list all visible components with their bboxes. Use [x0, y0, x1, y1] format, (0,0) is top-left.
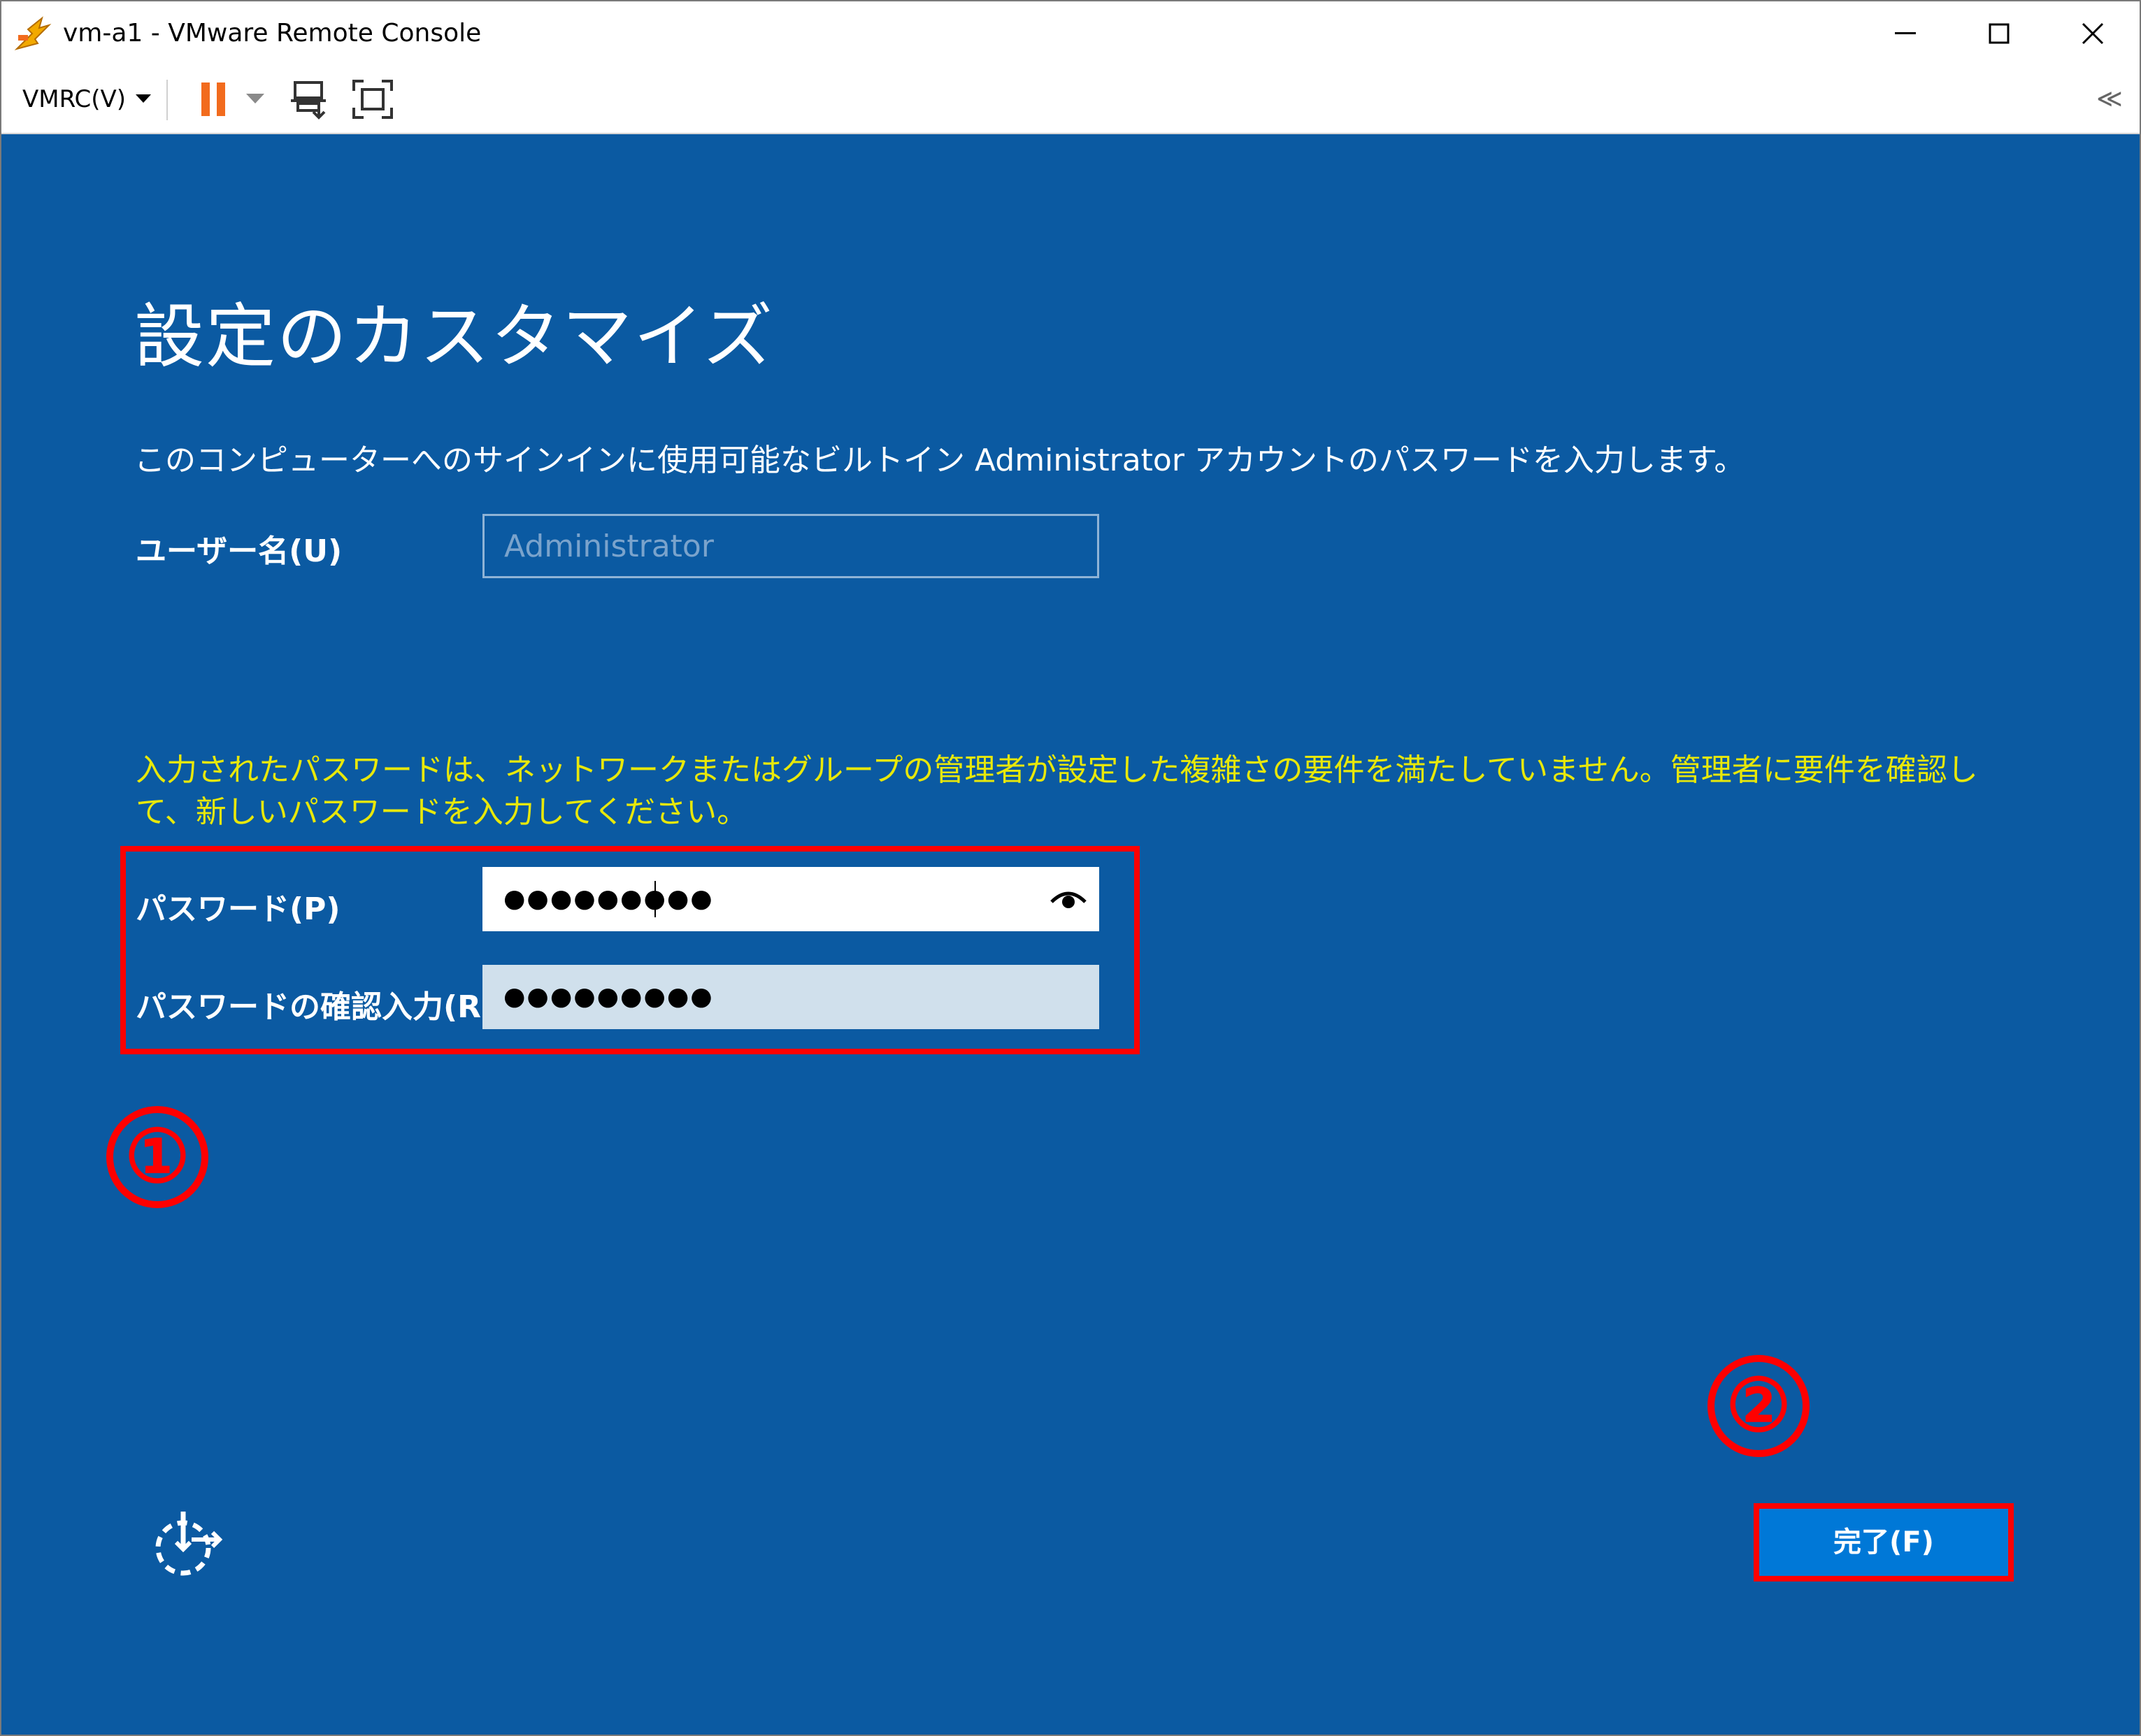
- password-complexity-warning: 入力されたパスワードは、ネットワークまたはグループの管理者が設定した複雑さの要件…: [136, 752, 1978, 830]
- chevron-down-icon: [136, 94, 152, 103]
- pause-icon[interactable]: [199, 81, 229, 117]
- vmware-app-icon: [14, 16, 52, 50]
- maximize-button[interactable]: [1952, 1, 2046, 66]
- vmrc-menu[interactable]: VMRC(V): [22, 81, 152, 117]
- ease-of-access-icon[interactable]: [148, 1505, 225, 1581]
- step-marker-1: ①: [106, 1106, 208, 1208]
- minimize-button[interactable]: [1859, 1, 1952, 66]
- step-marker-2: ②: [1707, 1355, 1810, 1457]
- password-fields-highlight: [120, 846, 1140, 1054]
- toolbar: VMRC(V) ≪: [1, 66, 2140, 134]
- vmrc-window: vm-a1 - VMware Remote Console VMRC(V) ≪ …: [0, 0, 2141, 1736]
- page-title: 設定のカスタマイズ: [134, 296, 774, 378]
- chevron-down-icon[interactable]: [246, 92, 264, 105]
- finish-button-highlight: [1754, 1503, 2014, 1581]
- username-value: Administrator: [504, 529, 714, 564]
- minimize-icon: [1895, 32, 1916, 34]
- toolbar-separator: [166, 80, 168, 120]
- send-ctrl-alt-del-icon[interactable]: [291, 80, 330, 120]
- title-bar: vm-a1 - VMware Remote Console: [1, 1, 2140, 66]
- maximize-icon: [1989, 23, 2010, 44]
- close-button[interactable]: [2046, 1, 2140, 66]
- close-icon: [2082, 22, 2104, 45]
- page-description: このコンピューターへのサインインに使用可能なビルトイン Administrato…: [134, 443, 1745, 478]
- fullscreen-icon[interactable]: [351, 78, 394, 120]
- username-field: Administrator: [482, 514, 1099, 578]
- window-title: vm-a1 - VMware Remote Console: [63, 19, 482, 48]
- collapse-toolbar-button[interactable]: ≪: [2092, 83, 2127, 116]
- vmrc-menu-label: VMRC(V): [22, 85, 127, 113]
- username-label: ユーザー名(U): [136, 533, 343, 569]
